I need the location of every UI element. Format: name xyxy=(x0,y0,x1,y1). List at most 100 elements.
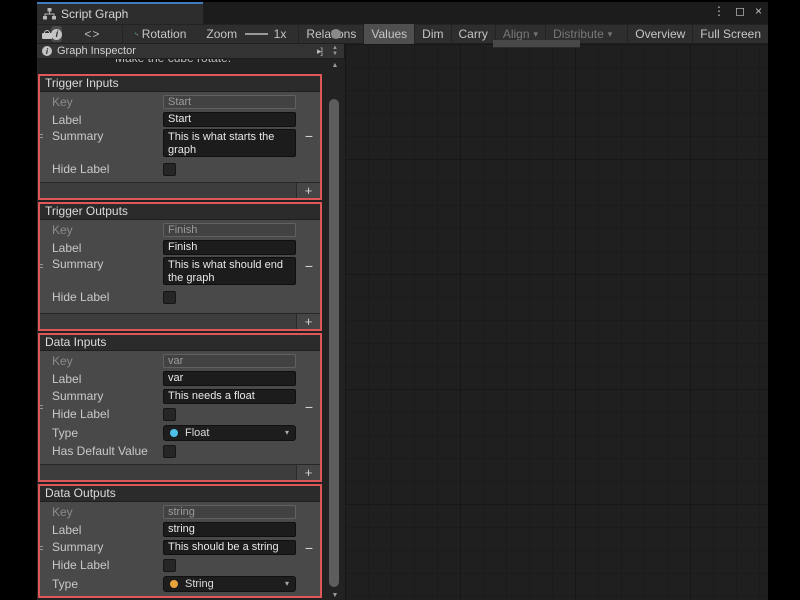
remove-item-button[interactable]: − xyxy=(302,399,316,415)
hide-label-label: Hide Label xyxy=(52,407,163,421)
label-label: Label xyxy=(52,523,163,537)
list-item[interactable]: Key Start Label Start Summary This is wh… xyxy=(40,92,320,182)
type-value: Float xyxy=(185,427,209,439)
inspector-toggle-button[interactable]: i xyxy=(51,26,62,42)
list-item[interactable]: Key Finish Label Finish Summary This is … xyxy=(40,220,320,313)
window-maximize-icon[interactable]: ◻ xyxy=(735,4,745,18)
section-trigger-inputs: Trigger Inputs Key Start Label Start Sum… xyxy=(38,74,322,200)
section-title: Data Inputs xyxy=(40,335,320,351)
summary-label: Summary xyxy=(52,129,163,143)
section-title: Data Outputs xyxy=(40,486,320,502)
section-footer: + xyxy=(40,182,320,198)
list-item[interactable]: Key var Label var Summary This needs a f… xyxy=(40,351,320,464)
tab-bar: Script Graph ⋮ ◻ × xyxy=(37,2,768,24)
zoom-label: Zoom xyxy=(206,27,237,41)
label-field[interactable]: string xyxy=(163,522,296,537)
section-trigger-outputs: Trigger Outputs Key Finish Label Finish … xyxy=(38,202,322,331)
chevron-down-icon: ▾ xyxy=(285,428,289,437)
tab-script-graph[interactable]: Script Graph xyxy=(37,2,203,24)
label-label: Label xyxy=(52,372,163,386)
info-icon: i xyxy=(42,46,52,56)
rotation-icon xyxy=(135,28,138,40)
lock-icon[interactable] xyxy=(42,30,44,39)
label-field[interactable]: Finish xyxy=(163,240,296,255)
popout-icon[interactable]: ▸] xyxy=(317,46,322,57)
hide-label-checkbox[interactable] xyxy=(163,408,176,421)
hide-label-checkbox[interactable] xyxy=(163,163,176,176)
inspector-scrollbar[interactable]: ▲ ▼ xyxy=(325,59,345,600)
dim-button[interactable]: Dim xyxy=(414,24,450,44)
window-menu-icon[interactable]: ⋮ xyxy=(713,4,725,18)
type-value: String xyxy=(185,578,214,590)
key-field: string xyxy=(163,505,296,519)
add-item-button[interactable]: + xyxy=(296,465,320,480)
label-field[interactable]: Start xyxy=(163,112,296,127)
chevron-down-icon: ▾ xyxy=(285,579,289,588)
string-type-icon xyxy=(170,580,178,588)
carry-button[interactable]: Carry xyxy=(451,24,495,44)
values-button[interactable]: Values xyxy=(363,24,414,44)
drag-handle-icon[interactable] xyxy=(38,405,43,411)
zoom-value: 1x xyxy=(274,27,287,41)
graph-inspector-header: i Graph Inspector ▸] ▲ ▼ xyxy=(37,44,345,59)
summary-field[interactable]: This should be a string xyxy=(163,540,296,555)
summary-field[interactable]: This needs a float xyxy=(163,389,296,404)
drag-handle-icon[interactable] xyxy=(38,264,43,270)
full-screen-button[interactable]: Full Screen xyxy=(692,24,768,44)
type-dropdown[interactable]: String ▾ xyxy=(163,576,296,592)
label-label: Label xyxy=(52,113,163,127)
list-item[interactable]: Key string Label string Summary This sho… xyxy=(40,502,320,596)
key-label: Key xyxy=(52,223,163,237)
key-field: Finish xyxy=(163,223,296,237)
section-data-inputs: Data Inputs Key var Label var Summary Th… xyxy=(38,333,322,482)
graph-toolbar: i <> Rotation Zoom 1x Relations Values D… xyxy=(37,24,768,44)
scrollbar-thumb[interactable] xyxy=(329,99,339,587)
key-label: Key xyxy=(52,505,163,519)
summary-label: Summary xyxy=(52,540,163,554)
drag-handle-icon[interactable] xyxy=(38,546,43,552)
overview-button[interactable]: Overview xyxy=(627,24,692,44)
header-spinners[interactable]: ▲ ▼ xyxy=(327,45,343,57)
section-title: Trigger Outputs xyxy=(40,204,320,220)
section-data-outputs: Data Outputs Key string Label string Sum… xyxy=(38,484,322,598)
window-close-icon[interactable]: × xyxy=(755,4,762,18)
summary-field[interactable]: This is what should end the graph xyxy=(163,257,296,285)
zoom-slider-track xyxy=(245,33,268,35)
script-graph-icon xyxy=(43,8,56,20)
type-dropdown[interactable]: Float ▾ xyxy=(163,425,296,441)
toolbar-popup-edge xyxy=(493,40,580,48)
drag-handle-icon[interactable] xyxy=(38,134,43,140)
spinner-down-icon[interactable]: ▼ xyxy=(332,51,338,57)
hide-label-checkbox[interactable] xyxy=(163,291,176,304)
section-title: Trigger Inputs xyxy=(40,76,320,92)
inspector-title: Graph Inspector xyxy=(57,45,136,57)
graph-inspector-panel: Make the cube rotate. Trigger Inputs Key… xyxy=(37,59,345,600)
remove-item-button[interactable]: − xyxy=(302,128,316,144)
scroll-down-icon[interactable]: ▼ xyxy=(325,592,345,599)
summary-field[interactable]: This is what starts the graph xyxy=(163,129,296,157)
summary-label: Summary xyxy=(52,389,163,403)
has-default-value-label: Has Default Value xyxy=(52,444,163,458)
has-default-value-checkbox[interactable] xyxy=(163,445,176,458)
window-controls: ⋮ ◻ × xyxy=(713,3,762,19)
remove-item-button[interactable]: − xyxy=(302,258,316,274)
key-label: Key xyxy=(52,354,163,368)
unity-graph-window: Script Graph ⋮ ◻ × i <> Rotation Zoom 1x… xyxy=(37,2,768,600)
label-field[interactable]: var xyxy=(163,371,296,386)
add-item-button[interactable]: + xyxy=(296,183,320,198)
section-footer: + xyxy=(40,313,320,329)
chevron-down-icon: ▾ xyxy=(534,29,539,40)
scroll-up-icon[interactable]: ▲ xyxy=(325,62,345,69)
add-item-button[interactable]: + xyxy=(296,314,320,329)
rotation-label[interactable]: Rotation xyxy=(142,27,187,41)
zoom-slider[interactable] xyxy=(245,28,268,40)
remove-item-button[interactable]: − xyxy=(302,540,316,556)
key-label: Key xyxy=(52,95,163,109)
chevron-down-icon: ▾ xyxy=(608,29,613,40)
graph-canvas[interactable] xyxy=(345,44,768,600)
graph-summary-text[interactable]: Make the cube rotate. xyxy=(115,59,231,65)
hide-label-checkbox[interactable] xyxy=(163,559,176,572)
key-field: Start xyxy=(163,95,296,109)
type-label: Type xyxy=(52,577,163,591)
code-preview-button[interactable]: <> xyxy=(84,27,100,41)
